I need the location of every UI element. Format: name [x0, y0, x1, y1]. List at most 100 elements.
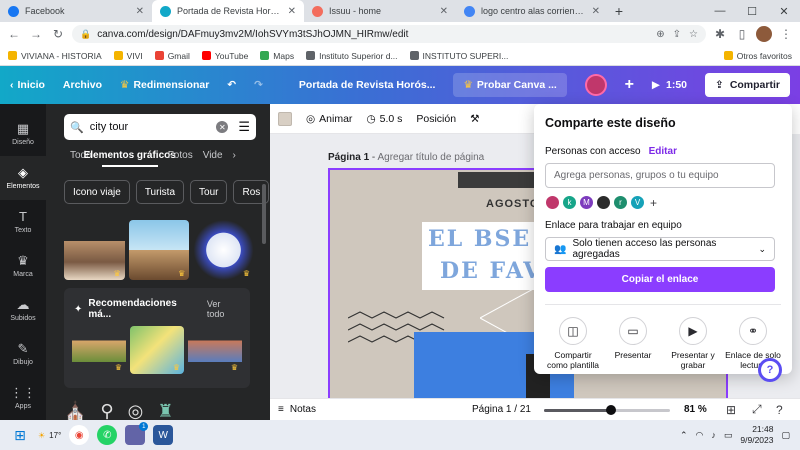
profile-avatar[interactable] — [756, 26, 772, 42]
whatsapp-icon[interactable]: ✆ — [97, 425, 118, 445]
background-color-swatch[interactable] — [278, 111, 292, 126]
browser-tab[interactable]: Facebook ✕ — [0, 0, 152, 22]
add-person-icon[interactable]: + — [650, 196, 657, 210]
weather-widget[interactable]: ☀ 17° — [38, 431, 61, 440]
filter-icon[interactable]: ☰ — [238, 119, 250, 135]
browser-tab[interactable]: Portada de Revista Horóscopo M ✕ — [152, 0, 304, 22]
link-access-select[interactable]: 👥 Solo tienen acceso las personas agrega… — [545, 237, 775, 261]
rail-item-subidos[interactable]: ☁ Subidos — [0, 288, 46, 332]
share-action[interactable]: ▶ Presentar y grabar — [665, 317, 721, 370]
clock[interactable]: 21:48 9/9/2023 — [740, 424, 773, 446]
other-bookmarks[interactable]: Otros favoritos — [723, 51, 792, 61]
bookmark-item[interactable]: Maps — [260, 51, 294, 61]
duration-button[interactable]: ◷ 5.0 s — [366, 113, 402, 125]
bookmark-item[interactable]: VIVIANA - HISTORIA — [8, 51, 102, 61]
extensions-icon[interactable]: ✱ — [712, 26, 728, 42]
file-menu[interactable]: Archivo — [63, 79, 102, 91]
collaborator-avatar[interactable] — [545, 195, 560, 210]
chevron-up-icon[interactable]: ⌃ — [680, 430, 688, 441]
paint-format-icon[interactable]: ⚒ — [470, 113, 479, 125]
new-tab-button[interactable]: + — [608, 0, 630, 22]
bookmark-item[interactable]: VIVI — [113, 51, 143, 61]
notifications-icon[interactable]: ▢ — [781, 430, 790, 441]
add-collaborator-button[interactable]: + — [625, 76, 634, 94]
copy-link-button[interactable]: Copiar el enlace — [545, 267, 775, 292]
back-icon[interactable]: ← — [6, 26, 22, 42]
redo-button[interactable]: ↷ — [254, 79, 263, 91]
share-button[interactable]: ⇪ Compartir — [705, 73, 790, 97]
browser-menu-icon[interactable]: ⋮ — [778, 26, 794, 42]
word-icon[interactable]: W — [153, 425, 174, 445]
graphic-city-bus[interactable]: ♛ — [193, 220, 255, 280]
chevron-right-icon[interactable]: › — [233, 150, 236, 167]
url-input[interactable]: 🔒 canva.com/design/DAFmuy3mv2M/IohSVYm3t… — [72, 25, 706, 43]
browser-tab[interactable]: Issuu - home ✕ — [304, 0, 456, 22]
page-label[interactable]: Página 1 - Agregar título de página — [328, 152, 484, 163]
rail-item-dibujo[interactable]: ✎ Dibujo — [0, 332, 46, 376]
edit-access-link[interactable]: Editar — [649, 146, 677, 157]
location-pin-icon[interactable]: ⚲ — [100, 401, 113, 420]
zoom-value[interactable]: 81 % — [684, 404, 707, 415]
wifi-icon[interactable]: ◠ — [696, 430, 704, 441]
windows-start-icon[interactable]: ⊞ — [10, 425, 30, 445]
share-action[interactable]: ◫ Compartir como plantilla — [545, 317, 601, 370]
bookmark-star-icon[interactable]: ☆ — [689, 29, 698, 40]
add-people-input[interactable]: Agrega personas, grupos o tu equipo — [545, 163, 775, 188]
tab-close-icon[interactable]: ✕ — [136, 6, 144, 17]
bookmark-item[interactable]: Instituto Superior d... — [306, 51, 398, 61]
google-lens-icon[interactable]: ⊕ — [656, 29, 664, 40]
help-icon[interactable]: ? — [776, 403, 783, 417]
try-pro-button[interactable]: ♛ Probar Canva ... — [453, 73, 567, 97]
collaborator-avatar[interactable]: V — [630, 195, 645, 210]
collaborator-avatar[interactable]: r — [613, 195, 628, 210]
statue-of-liberty-icon[interactable]: ♜ — [157, 401, 173, 420]
see-all-link[interactable]: Ver todo — [207, 299, 240, 319]
elements-search-input[interactable]: 🔍 city tour ✕ ☰ — [64, 114, 256, 140]
category-tab[interactable]: Vide — [203, 150, 223, 167]
bookmark-item[interactable]: YouTube — [201, 51, 248, 61]
tab-close-icon[interactable]: ✕ — [440, 6, 448, 17]
volume-icon[interactable]: ♪ — [711, 430, 716, 440]
teams-icon[interactable]: 1 — [125, 422, 149, 445]
cathedral-icon[interactable]: ⛪ — [64, 401, 86, 420]
position-button[interactable]: Posición — [416, 113, 456, 125]
panel-scrollbar[interactable] — [262, 184, 266, 244]
help-button[interactable]: ? — [758, 358, 782, 382]
rec-graphic-family[interactable]: ♛ — [72, 326, 126, 374]
close-window-icon[interactable]: ✕ — [768, 0, 800, 22]
collaborator-avatar[interactable] — [596, 195, 611, 210]
chrome-icon[interactable]: ◉ — [69, 425, 90, 445]
graphic-tour-bus[interactable]: ♛ — [128, 220, 190, 280]
grid-view-icon[interactable]: ⊞ — [726, 403, 736, 417]
share-action[interactable]: ▭ Presentar — [605, 317, 661, 370]
sidepanel-icon[interactable]: ▯ — [734, 26, 750, 42]
browser-tab[interactable]: logo centro alas corrientes - Bús ✕ — [456, 0, 608, 22]
tab-close-icon[interactable]: ✕ — [592, 6, 600, 17]
suggestion-chip[interactable]: Icono viaje — [64, 180, 130, 204]
rail-item-texto[interactable]: T Texto — [0, 200, 46, 244]
category-tab[interactable]: Elementos gráficos — [84, 150, 176, 167]
clear-search-icon[interactable]: ✕ — [216, 121, 229, 133]
forward-icon[interactable]: → — [28, 26, 44, 42]
animate-button[interactable]: ◎ Animar — [306, 113, 352, 125]
collaborator-avatar[interactable]: M — [579, 195, 594, 210]
page-counter[interactable]: Página 1 / 21 — [472, 404, 531, 415]
notes-button[interactable]: ≡ Notas — [278, 404, 316, 415]
target-pin-icon[interactable]: ◎ — [128, 401, 144, 420]
rail-item-diseño[interactable]: ▦ Diseño — [0, 112, 46, 156]
zoom-slider-knob[interactable] — [605, 405, 616, 415]
bookmark-item[interactable]: INSTITUTO SUPERI... — [409, 51, 508, 61]
minimize-icon[interactable]: — — [704, 0, 736, 22]
document-title[interactable]: Portada de Revista Horós... — [299, 79, 436, 91]
collaborator-avatar[interactable]: k — [562, 195, 577, 210]
present-timer-button[interactable]: ▶ 1:50 — [652, 79, 687, 91]
home-button[interactable]: ‹ Inicio — [10, 79, 45, 91]
rail-item-apps[interactable]: ⋮⋮ Apps — [0, 376, 46, 420]
reload-icon[interactable]: ↻ — [50, 26, 66, 42]
rail-item-marca[interactable]: ♛ Marca — [0, 244, 46, 288]
suggestion-chip[interactable]: Turista — [135, 180, 185, 204]
share-page-icon[interactable]: ⇪ — [673, 29, 681, 40]
rail-item-elementos[interactable]: ◈ Elementos — [0, 156, 46, 200]
suggestion-chip[interactable]: Tour — [190, 180, 228, 204]
category-tab[interactable]: Fotos — [168, 150, 193, 167]
